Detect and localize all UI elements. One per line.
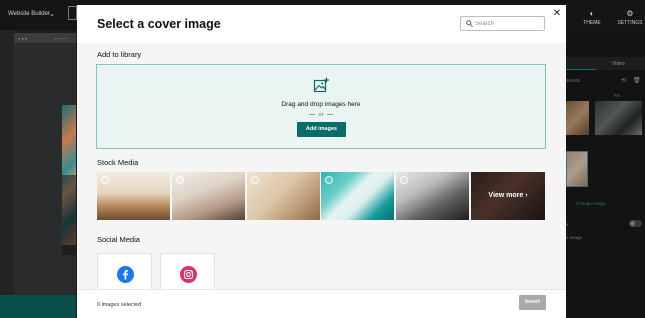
theme-icon: ◐ <box>589 9 595 18</box>
chevron-down-icon[interactable]: ⌄ <box>49 10 55 18</box>
panel-dim-overlay <box>566 30 645 318</box>
stock-media-row: View more › <box>97 172 545 220</box>
stock-image-fountain-pen[interactable] <box>247 172 320 220</box>
image-dropzone[interactable]: Drag and drop images here or Add images <box>96 64 546 149</box>
modal-footer: 0 images selected Insert <box>77 289 566 318</box>
toolbar-theme[interactable]: ◐ THEME <box>577 9 607 26</box>
modal-header: Select a cover image ✕ <box>77 5 566 43</box>
library-section-title: Add to library <box>97 50 142 59</box>
select-circle-icon[interactable] <box>251 176 259 184</box>
select-circle-icon[interactable] <box>176 176 184 184</box>
social-card-facebook[interactable] <box>97 253 152 289</box>
modal-title: Select a cover image <box>97 17 221 31</box>
toolbar-settings-label: SETTINGS <box>617 20 643 26</box>
stock-section-title: Stock Media <box>97 158 139 167</box>
dropzone-or: or <box>97 112 545 118</box>
search-icon <box>466 20 473 27</box>
page-selector[interactable] <box>68 6 77 20</box>
left-rail <box>0 30 14 295</box>
add-images-button[interactable]: Add images <box>297 122 346 137</box>
close-icon[interactable]: ✕ <box>551 8 563 20</box>
stock-image-writing[interactable] <box>172 172 245 220</box>
toolbar-theme-label: THEME <box>583 20 601 26</box>
toolbar-settings[interactable]: ⚙ SETTINGS <box>615 9 645 26</box>
stock-image-laptop[interactable] <box>396 172 469 220</box>
facebook-icon <box>117 266 134 283</box>
view-more-button[interactable]: View more › <box>471 172 545 220</box>
social-section-title: Social Media <box>97 235 140 244</box>
instagram-icon <box>180 266 197 283</box>
brand-label[interactable]: Website Builder <box>8 11 50 17</box>
cover-image-modal: Select a cover image ✕ Add to library Dr… <box>77 5 566 318</box>
dropzone-or-label: or <box>318 112 324 118</box>
social-card-instagram[interactable] <box>160 253 215 289</box>
canvas-browser-bar: ● ● ● ▭ ─── <box>14 33 76 43</box>
modal-body: Add to library Drag and drop images here… <box>77 43 566 289</box>
select-circle-icon[interactable] <box>325 176 333 184</box>
select-circle-icon[interactable] <box>101 176 109 184</box>
dropzone-text: Drag and drop images here <box>281 101 361 108</box>
search-box[interactable] <box>460 16 545 31</box>
select-circle-icon[interactable] <box>400 176 408 184</box>
stock-image-typewriter[interactable] <box>321 172 394 220</box>
selected-count: 0 images selected <box>97 302 142 308</box>
search-input[interactable] <box>475 18 543 29</box>
canvas-overlay-block <box>62 175 76 255</box>
image-upload-icon <box>313 77 329 93</box>
stock-image-open-book[interactable] <box>97 172 170 220</box>
gear-icon: ⚙ <box>626 9 634 18</box>
insert-button[interactable]: Insert <box>519 295 546 310</box>
canvas-bottom-bar <box>0 295 76 318</box>
